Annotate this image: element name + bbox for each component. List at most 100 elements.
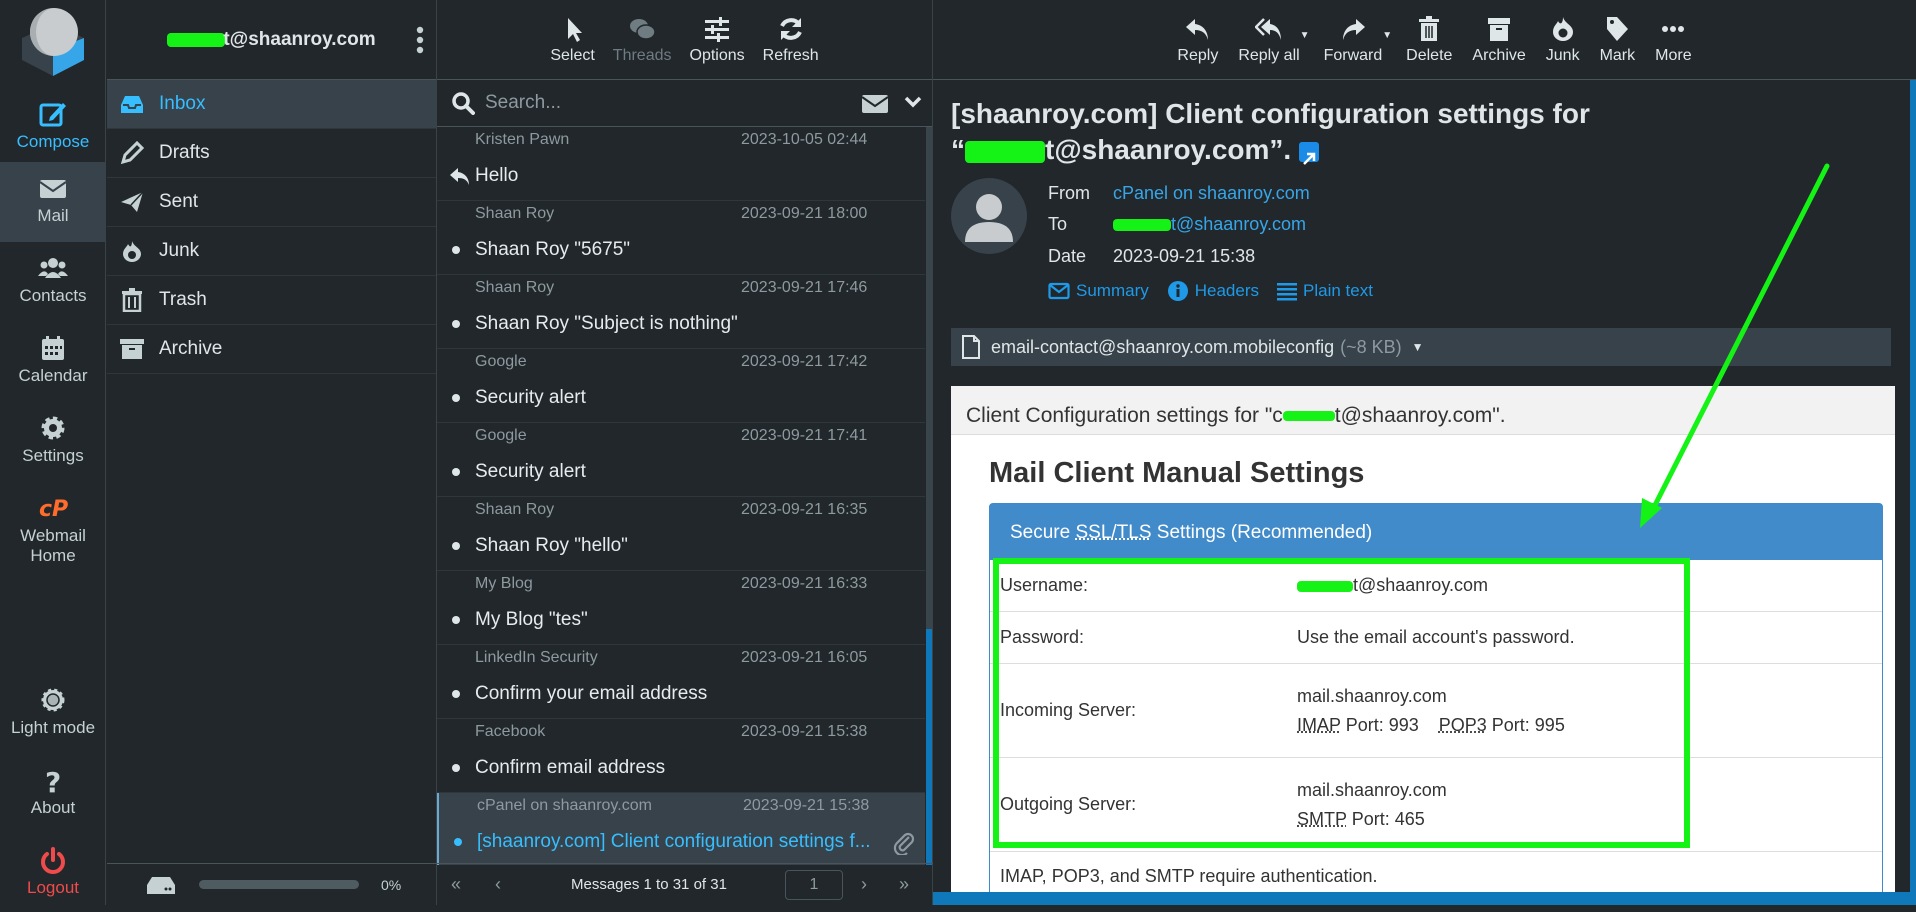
envelope-icon — [1048, 282, 1070, 300]
unread-dot[interactable] — [452, 246, 460, 254]
power-icon — [41, 847, 65, 874]
message-row[interactable]: LinkedIn Security 2023-09-21 16:05 Confi… — [437, 645, 925, 719]
message-row[interactable]: My Blog 2023-09-21 16:33 My Blog "tes" — [437, 571, 925, 645]
delete-button[interactable]: Delete — [1406, 15, 1452, 65]
svg-text:?: ? — [45, 766, 61, 794]
page-number-input[interactable] — [785, 870, 843, 900]
body-intro: Client Configuration settings for "c t@sh… — [966, 404, 1506, 427]
message-row[interactable]: Shaan Roy 2023-09-21 16:35 Shaan Roy "he… — [437, 497, 925, 571]
pencil-icon — [119, 141, 145, 165]
ssl-settings-panel: Secure SSL/TLS Settings (Recommended) Us… — [989, 503, 1883, 902]
reply-all-dropdown-icon[interactable]: ▼ — [1300, 30, 1310, 41]
message-from: LinkedIn Security — [475, 649, 598, 666]
lines-icon — [1277, 283, 1297, 301]
folder-trash[interactable]: Trash — [107, 276, 436, 325]
message-row[interactable]: Shaan Roy 2023-09-21 18:00 Shaan Roy "56… — [437, 201, 925, 275]
nav-webmail-home[interactable]: cP Webmail Home — [0, 482, 106, 572]
fire-icon — [1552, 17, 1573, 41]
reply-button[interactable]: Reply — [1177, 15, 1218, 65]
message-from: Shaan Roy — [475, 279, 555, 296]
folder-sent[interactable]: Sent — [107, 178, 436, 227]
info-icon — [1167, 281, 1188, 301]
message-subject: Confirm your email address — [475, 683, 708, 704]
from-link[interactable]: cPanel on shaanroy.com — [1113, 183, 1310, 203]
junk-button[interactable]: Junk — [1546, 15, 1580, 65]
nav-settings[interactable]: Settings — [0, 402, 106, 480]
more-button[interactable]: More — [1655, 15, 1692, 65]
chevron-down-icon[interactable] — [904, 95, 922, 109]
mark-button[interactable]: Mark — [1599, 15, 1636, 65]
threads-button[interactable]: Threads — [613, 15, 672, 65]
options-button[interactable]: Options — [690, 15, 745, 65]
envelope-filter-icon[interactable] — [862, 94, 888, 114]
unread-dot[interactable] — [452, 764, 460, 772]
nav-compose[interactable]: Compose — [0, 88, 106, 166]
mark-label: Mark — [1599, 47, 1636, 64]
folder-label: Sent — [159, 191, 199, 212]
unread-dot[interactable] — [452, 468, 460, 476]
message-date: 2023-09-21 15:38 — [743, 797, 870, 814]
unread-dot[interactable] — [454, 838, 462, 846]
first-page-icon[interactable]: « — [451, 874, 461, 895]
next-page-icon[interactable]: › — [861, 874, 867, 895]
nav-about[interactable]: ? About — [0, 754, 106, 832]
nav-mail-label: Mail — [37, 206, 69, 225]
search-input[interactable] — [485, 92, 845, 114]
forward-button[interactable]: Forward — [1324, 15, 1382, 65]
unread-dot[interactable] — [452, 320, 460, 328]
last-page-icon[interactable]: » — [899, 874, 909, 895]
inbox-icon — [119, 92, 145, 116]
list-scrollbar[interactable] — [926, 127, 932, 865]
attachment-menu-icon[interactable]: ▼ — [1412, 340, 1424, 354]
message-row[interactable]: Facebook 2023-09-21 15:38 Confirm email … — [437, 719, 925, 793]
sender-avatar — [951, 178, 1027, 254]
junk-label: Junk — [1545, 47, 1580, 64]
select-button[interactable]: Select — [550, 15, 595, 65]
message-scrollbar[interactable] — [1910, 80, 1916, 905]
forward-dropdown-icon[interactable]: ▼ — [1382, 30, 1392, 41]
header-from: From cPanel on shaanroy.com — [1048, 183, 1310, 204]
unread-dot[interactable] — [452, 690, 460, 698]
refresh-button[interactable]: Refresh — [763, 15, 819, 65]
message-row[interactable]: Google 2023-09-21 17:41 Security alert — [437, 423, 925, 497]
reply-icon — [1185, 19, 1208, 40]
unread-dot[interactable] — [452, 542, 460, 550]
date-label: Date — [1048, 246, 1087, 266]
attachment-item[interactable]: email-contact@shaanroy.com.mobileconfig … — [951, 328, 1891, 366]
summary-link[interactable]: Summary — [1048, 280, 1149, 302]
message-body: Client Configuration settings for "c t@sh… — [951, 386, 1895, 905]
account-menu-icon[interactable] — [416, 26, 424, 54]
chat-bubbles-icon — [630, 19, 656, 40]
nav-mail[interactable]: Mail — [0, 162, 106, 242]
plain-text-link[interactable]: Plain text — [1277, 280, 1373, 302]
message-count: Messages 1 to 31 of 31 — [571, 876, 727, 893]
message-row[interactable]: cPanel on shaanroy.com 2023-09-21 15:38 … — [437, 793, 925, 865]
redacted-mark — [167, 32, 226, 47]
nav-logout[interactable]: Logout — [0, 834, 106, 912]
attachment-name: email-contact@shaanroy.com.mobileconfig — [991, 336, 1335, 357]
message-row[interactable]: Kristen Pawn 2023-10-05 02:44 Hello — [437, 127, 925, 201]
to-link[interactable]: t@shaanroy.com — [1171, 214, 1306, 234]
message-row[interactable]: Google 2023-09-21 17:42 Security alert — [437, 349, 925, 423]
nav-light-mode[interactable]: Light mode — [0, 674, 106, 752]
unread-dot[interactable] — [452, 616, 460, 624]
open-in-new-window-icon[interactable] — [1299, 141, 1320, 165]
headers-label: Headers — [1194, 281, 1259, 300]
unread-dot[interactable] — [452, 394, 460, 402]
header-links: Summary Headers Plain text — [1048, 280, 1391, 302]
folder-archive[interactable]: Archive — [107, 325, 436, 374]
archive-button[interactable]: Archive — [1472, 15, 1526, 65]
headers-link[interactable]: Headers — [1167, 280, 1259, 302]
message-from: Google — [475, 427, 527, 444]
folder-junk[interactable]: Junk — [107, 227, 436, 276]
to-label: To — [1048, 214, 1068, 234]
message-from: Kristen Pawn — [475, 131, 570, 148]
list-scrollbar-thumb[interactable] — [926, 629, 932, 865]
nav-contacts[interactable]: Contacts — [0, 242, 106, 320]
folder-drafts[interactable]: Drafts — [107, 129, 436, 178]
nav-calendar[interactable]: Calendar — [0, 322, 106, 400]
folder-inbox[interactable]: Inbox — [107, 80, 436, 129]
message-row[interactable]: Shaan Roy 2023-09-21 17:46 Shaan Roy "Su… — [437, 275, 925, 349]
reply-all-button[interactable]: Reply all — [1238, 15, 1300, 65]
prev-page-icon[interactable]: ‹ — [495, 874, 501, 895]
